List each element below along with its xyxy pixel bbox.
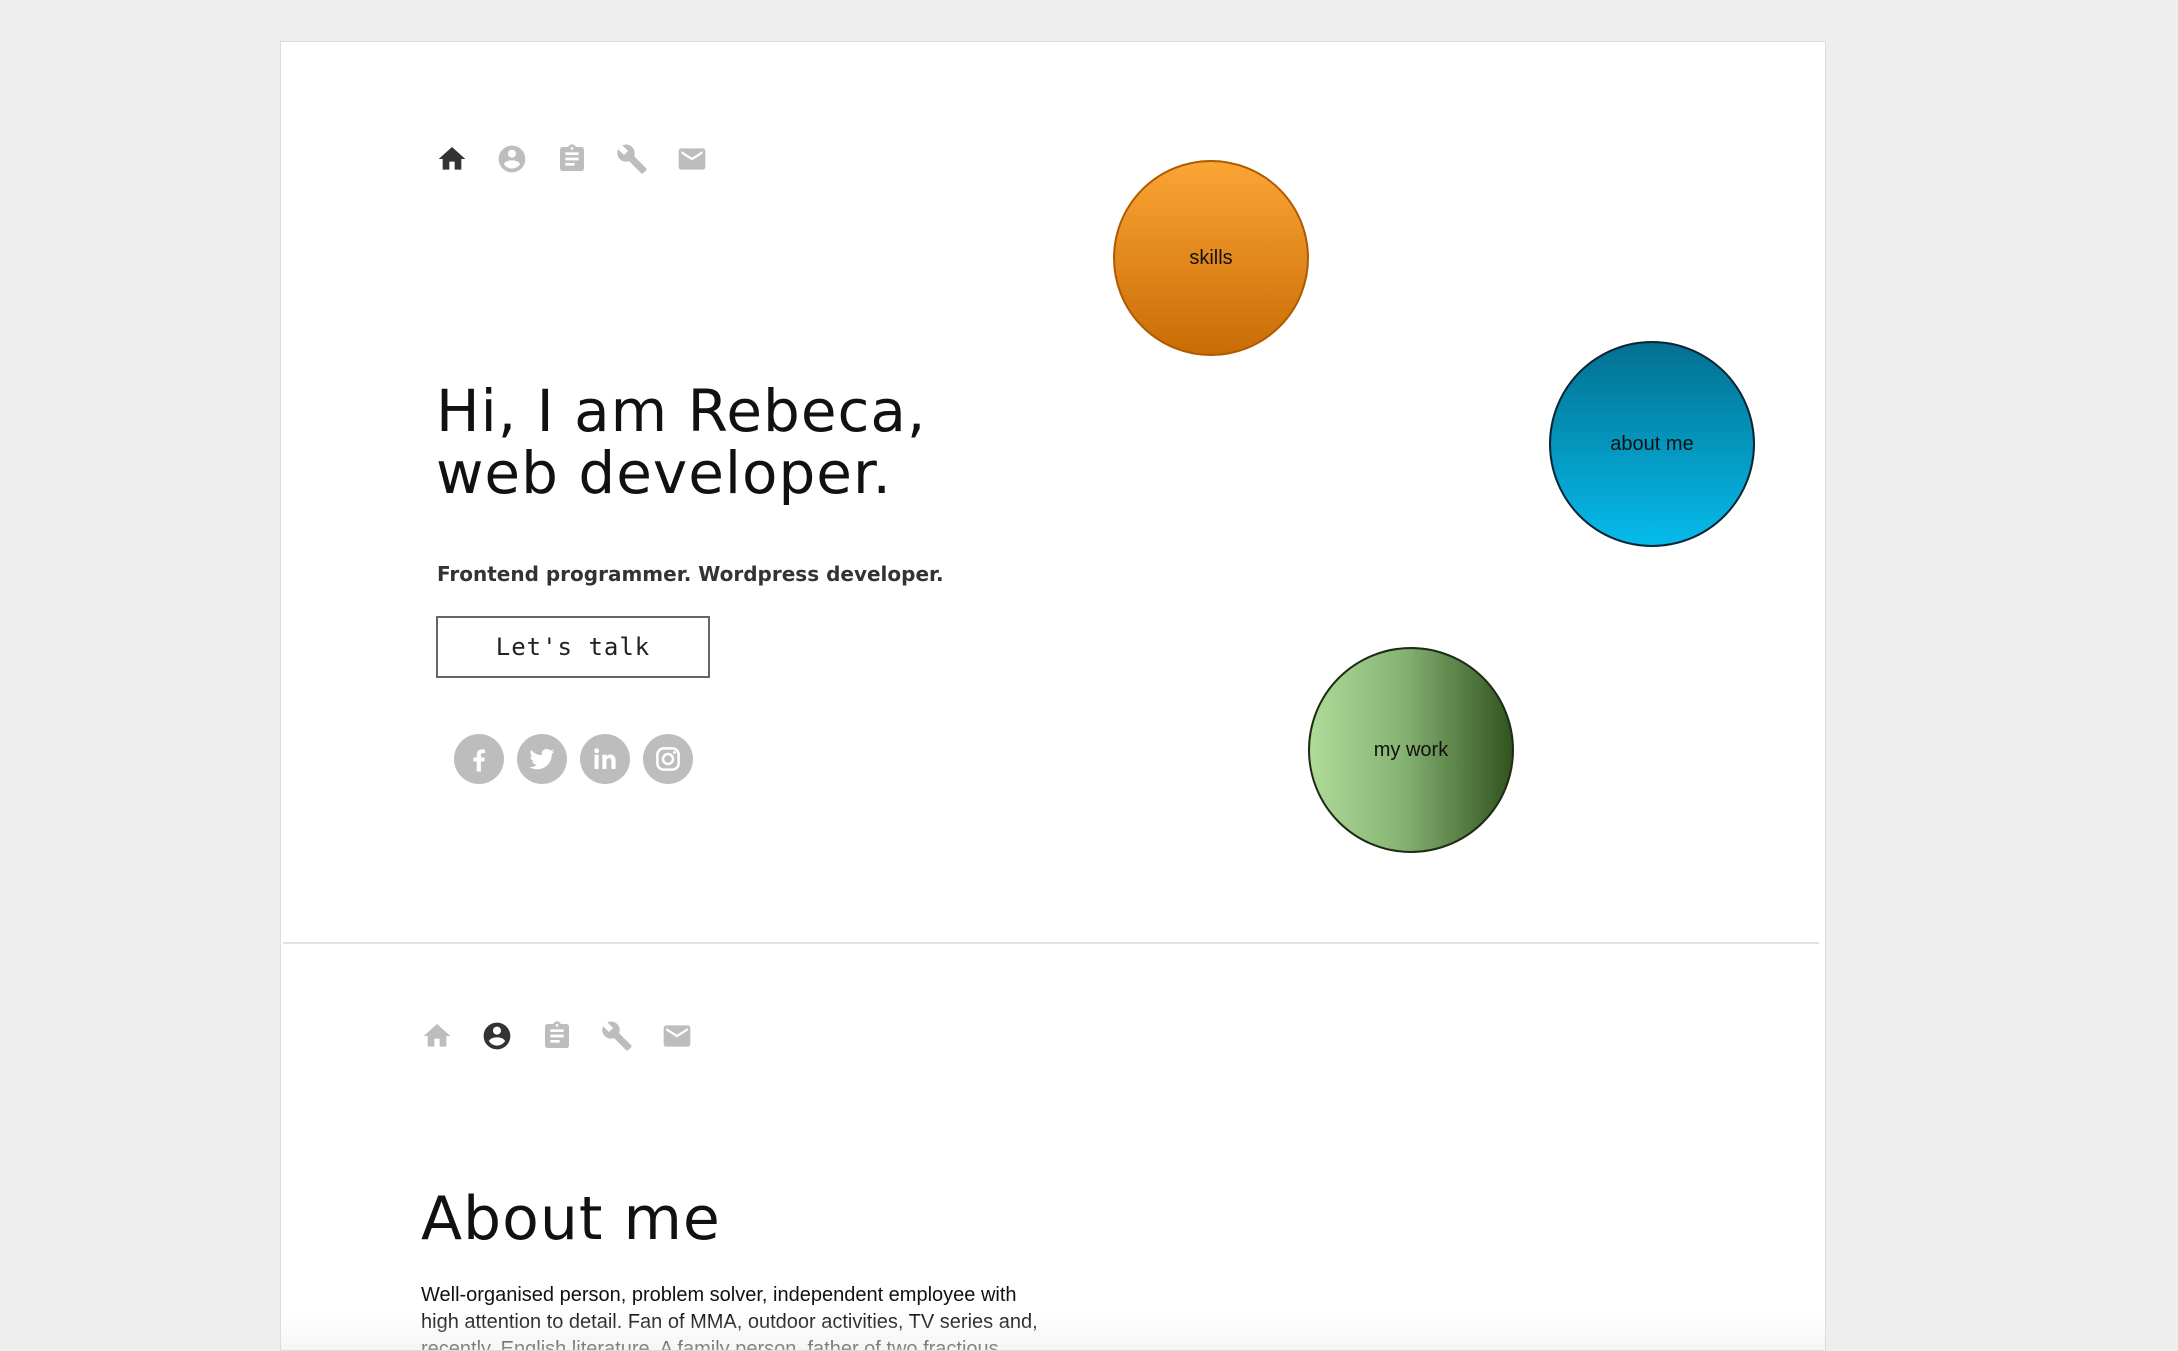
nav-work[interactable] [540,1019,574,1053]
hero-subtitle: Frontend programmer. Wordpress developer… [437,562,944,586]
facebook-icon [473,749,485,772]
linkedin-link[interactable] [580,734,630,784]
portfolio-page: Hi, I am Rebeca, web developer. Frontend… [280,41,1826,1351]
nav-about[interactable] [495,142,529,176]
wrench-icon [602,1021,632,1051]
hero-nav [435,142,735,176]
social-links [454,734,706,784]
mail-icon [663,1025,691,1047]
twitter-link[interactable] [517,734,567,784]
section-divider [283,942,1819,944]
nav-about[interactable] [480,1019,514,1053]
facebook-link[interactable] [454,734,504,784]
about-nav [420,1019,720,1053]
nav-home[interactable] [420,1019,454,1053]
instagram-link[interactable] [643,734,693,784]
nav-home[interactable] [435,142,469,176]
skills-bubble[interactable]: skills [1113,160,1309,356]
twitter-icon [529,749,555,770]
about-title: About me [421,1184,721,1254]
mail-icon [678,148,706,170]
nav-contact[interactable] [675,142,709,176]
hero-title-line2: web developer. [436,439,892,507]
hero-title-line1: Hi, I am Rebeca, [436,377,927,445]
hero-title: Hi, I am Rebeca, web developer. [436,380,1056,504]
linkedin-icon [594,748,616,769]
account-icon [483,1022,511,1050]
lets-talk-button[interactable]: Let's talk [436,616,710,678]
account-icon [498,145,526,173]
wrench-icon [617,144,647,174]
clipboard-icon [560,144,584,171]
my-work-bubble[interactable]: my work [1308,647,1514,853]
home-icon [423,1024,451,1047]
nav-skills[interactable] [600,1019,634,1053]
nav-skills[interactable] [615,142,649,176]
about-text: Well-organised person, problem solver, i… [421,1284,1038,1351]
clipboard-icon [545,1021,569,1048]
home-icon [438,147,466,170]
nav-contact[interactable] [660,1019,694,1053]
nav-work[interactable] [555,142,589,176]
instagram-icon [656,747,680,771]
about-me-bubble[interactable]: about me [1549,341,1755,547]
